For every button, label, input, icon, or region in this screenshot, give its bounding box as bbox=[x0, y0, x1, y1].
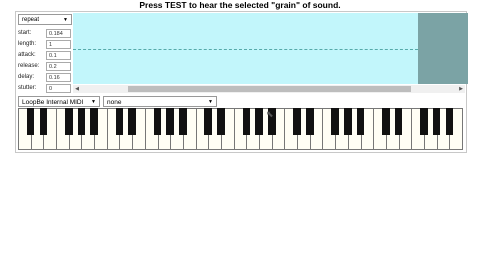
piano-black-key[interactable] bbox=[26, 108, 35, 135]
piano-black-key[interactable] bbox=[204, 108, 213, 135]
piano-black-key[interactable] bbox=[166, 108, 175, 135]
piano-black-key[interactable] bbox=[293, 108, 301, 135]
param-length: length: 1 bbox=[18, 39, 71, 50]
attack-input[interactable]: 0.1 bbox=[46, 51, 71, 60]
piano-black-key[interactable] bbox=[128, 108, 136, 135]
waveform-display[interactable] bbox=[73, 13, 468, 84]
piano-black-key[interactable] bbox=[217, 108, 225, 135]
start-input[interactable]: 0.184 bbox=[46, 29, 71, 38]
piano-black-key[interactable] bbox=[305, 108, 314, 135]
delay-input[interactable]: 0.16 bbox=[46, 73, 71, 82]
midi-input-select[interactable]: LoopBe Internal MIDI ▼ bbox=[18, 96, 100, 107]
param-delay: delay: 0.16 bbox=[18, 72, 71, 83]
piano-keyboard[interactable] bbox=[18, 108, 463, 150]
grain-selection[interactable] bbox=[418, 13, 468, 84]
piano-black-key[interactable] bbox=[420, 108, 428, 135]
param-label: delay: bbox=[18, 74, 35, 80]
arrow-left-icon[interactable]: ◀ bbox=[73, 85, 81, 93]
horizontal-scrollbar[interactable]: ◀ ▶ bbox=[73, 85, 465, 93]
midi-output-value: none bbox=[107, 99, 122, 106]
param-attack: attack: 0.1 bbox=[18, 50, 71, 61]
piano-black-key[interactable] bbox=[64, 108, 73, 135]
piano-black-key[interactable] bbox=[77, 108, 86, 135]
param-release: release: 0.2 bbox=[18, 61, 71, 72]
piano-black-key[interactable] bbox=[242, 108, 251, 135]
piano-black-key[interactable] bbox=[356, 108, 365, 135]
piano-black-key[interactable] bbox=[90, 108, 98, 135]
mode-select-value: repeat bbox=[22, 17, 40, 23]
piano-black-key[interactable] bbox=[394, 108, 403, 135]
scrollbar-thumb[interactable] bbox=[128, 86, 411, 92]
piano-black-key[interactable] bbox=[179, 108, 187, 135]
piano-black-key[interactable] bbox=[432, 108, 441, 135]
param-label: stutter: bbox=[18, 85, 37, 91]
piano-black-key[interactable] bbox=[382, 108, 390, 135]
mode-select[interactable]: repeat ▼ bbox=[18, 14, 72, 25]
grain-player-panel: repeat ▼ start: 0.184 length: 1 attack: … bbox=[15, 11, 468, 153]
param-start: start: 0.184 bbox=[18, 28, 71, 39]
stutter-input[interactable]: 0 bbox=[46, 84, 71, 93]
chevron-down-icon: ▼ bbox=[208, 99, 213, 105]
piano-black-key[interactable] bbox=[39, 108, 48, 135]
piano-black-key[interactable] bbox=[115, 108, 124, 135]
param-label: release: bbox=[18, 63, 40, 69]
length-input[interactable]: 1 bbox=[46, 40, 71, 49]
piano-black-key[interactable] bbox=[344, 108, 352, 135]
piano-black-key[interactable] bbox=[445, 108, 454, 135]
waveform-line bbox=[73, 49, 418, 50]
parameter-list: start: 0.184 length: 1 attack: 0.1 relea… bbox=[18, 28, 71, 94]
param-label: length: bbox=[18, 41, 37, 47]
param-label: attack: bbox=[18, 52, 36, 58]
chevron-down-icon: ▼ bbox=[63, 17, 68, 23]
chevron-down-icon: ▼ bbox=[91, 99, 96, 105]
midi-input-value: LoopBe Internal MIDI bbox=[22, 99, 84, 106]
mouse-pointer-icon: ⬉ bbox=[266, 109, 274, 119]
midi-output-select[interactable]: none ▼ bbox=[103, 96, 217, 107]
param-stutter: stutter: 0 bbox=[18, 83, 71, 94]
piano-black-key[interactable] bbox=[255, 108, 263, 135]
param-label: start: bbox=[18, 30, 32, 36]
piano-black-key[interactable] bbox=[331, 108, 339, 135]
piano-black-key[interactable] bbox=[153, 108, 162, 135]
page-title: Press TEST to hear the selected "grain" … bbox=[139, 0, 341, 10]
release-input[interactable]: 0.2 bbox=[46, 62, 71, 71]
arrow-right-icon[interactable]: ▶ bbox=[457, 85, 465, 93]
